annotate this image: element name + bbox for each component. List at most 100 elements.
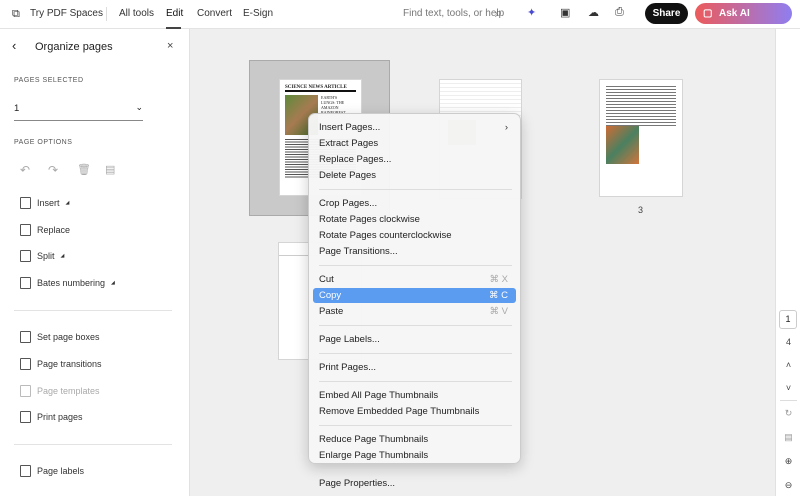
- set-page-boxes-label: Set page boxes: [37, 332, 100, 342]
- page-transitions-label: Page transitions: [37, 359, 102, 369]
- menu-item-label: Delete Pages: [319, 170, 377, 181]
- menu-item-label: Reduce Page Thumbnails: [319, 434, 429, 445]
- organize-pages-panel: ‹ Organize pages × PAGES SELECTED 1 ⌄ PA…: [0, 29, 190, 496]
- save-icon[interactable]: ▣: [560, 6, 570, 19]
- menu-item-page-transitions[interactable]: Page Transitions...: [313, 244, 516, 259]
- print-icon[interactable]: ⎙: [615, 6, 624, 19]
- menu-item-page-properties[interactable]: Page Properties...: [313, 476, 516, 491]
- rotate-icon[interactable]: ↻: [776, 408, 800, 419]
- menu-separator: [319, 325, 512, 326]
- menu-item-label: Paste: [319, 306, 344, 317]
- menu-item-paste[interactable]: Paste ⌘ V: [313, 304, 516, 319]
- menu-separator: [319, 469, 512, 470]
- top-bar: ⧉ Try PDF Spaces All tools Edit Convert …: [0, 0, 800, 40]
- ask-ai-assistant-button[interactable]: ▢Ask AI Assistant: [695, 3, 792, 40]
- split-option[interactable]: Split ◢: [20, 250, 64, 262]
- redo-icon[interactable]: ↷: [48, 163, 58, 177]
- page-display-icon[interactable]: ▤: [776, 432, 800, 443]
- divider: [106, 7, 107, 21]
- menu-separator: [319, 425, 512, 426]
- set-page-boxes-option[interactable]: Set page boxes: [20, 331, 100, 343]
- upload-cloud-icon[interactable]: ☁: [588, 6, 599, 19]
- replace-option[interactable]: Replace: [20, 224, 70, 236]
- page-3-image: [606, 126, 639, 164]
- menu-item-crop-pages[interactable]: Crop Pages...: [313, 196, 516, 211]
- context-menu: Insert Pages... › Extract Pages Replace Pag…: [308, 113, 521, 489]
- menu-item-delete-pages[interactable]: Delete Pages: [313, 168, 516, 183]
- menu-item-embed-all-page-thumbnails[interactable]: Embed All Page Thumbnails: [313, 388, 516, 403]
- menu-item-reduce-page-thumbnails[interactable]: Reduce Page Thumbnails: [313, 432, 516, 447]
- page-3-label: 3: [638, 205, 644, 215]
- extract-icon[interactable]: ▤: [105, 163, 115, 176]
- menu-item-rotate-pages-clockwise[interactable]: Rotate Pages clockwise: [313, 212, 516, 227]
- pages-selected-dropdown[interactable]: 1 ⌄: [14, 99, 143, 121]
- zoom-out-icon[interactable]: ⊖: [776, 480, 800, 491]
- current-page-input[interactable]: 1: [779, 310, 797, 329]
- try-pdf-spaces-button[interactable]: Try PDF Spaces: [30, 8, 103, 19]
- insert-label: Insert: [37, 198, 60, 208]
- menu-item-label: Cut: [319, 274, 334, 285]
- bates-numbering-option[interactable]: Bates numbering ◢: [20, 277, 115, 289]
- page-templates-option: Page templates: [20, 385, 100, 397]
- menu-item-label: Print Pages...: [319, 362, 377, 373]
- back-icon[interactable]: ‹: [12, 38, 16, 53]
- menu-item-replace-pages[interactable]: Replace Pages...: [313, 152, 516, 167]
- menu-item-label: Page Properties...: [319, 478, 396, 489]
- menu-item-insert-pages[interactable]: Insert Pages... ›: [313, 120, 516, 135]
- menu-item-cut[interactable]: Cut ⌘ X: [313, 272, 516, 287]
- split-icon: [20, 250, 31, 262]
- page-3-text: [606, 86, 676, 126]
- close-icon[interactable]: ×: [167, 40, 173, 52]
- divider: [14, 444, 172, 445]
- previous-page-icon[interactable]: ˄: [776, 360, 800, 370]
- menu-item-extract-pages[interactable]: Extract Pages: [313, 136, 516, 151]
- tab-edit[interactable]: Edit: [166, 8, 183, 19]
- menu-item-rotate-pages-counterclockwise[interactable]: Rotate Pages counterclockwise: [313, 228, 516, 243]
- share-button[interactable]: Share: [645, 3, 688, 24]
- menu-item-remove-embedded-page-thumbnails[interactable]: Remove Embedded Page Thumbnails: [313, 404, 516, 419]
- search-input[interactable]: Find text, tools, or help: [403, 8, 504, 19]
- shortcut: ⌘ X: [489, 274, 508, 285]
- page-boxes-icon: [20, 331, 31, 343]
- zoom-in-icon[interactable]: ⊕: [776, 456, 800, 467]
- page-transitions-option[interactable]: Page transitions: [20, 358, 102, 370]
- transitions-icon: [20, 358, 31, 370]
- menu-item-label: Page Transitions...: [319, 246, 398, 257]
- menu-item-label: Rotate Pages counterclockwise: [319, 230, 452, 241]
- next-page-icon[interactable]: ˅: [776, 383, 800, 393]
- menu-separator: [319, 189, 512, 190]
- tab-convert[interactable]: Convert: [197, 8, 232, 19]
- menu-item-label: Crop Pages...: [319, 198, 378, 209]
- templates-icon: [20, 385, 31, 397]
- page-labels-icon: [20, 465, 31, 477]
- undo-icon[interactable]: ↶: [20, 163, 30, 177]
- menu-item-label: Copy: [319, 290, 342, 301]
- print-pages-option[interactable]: Print pages: [20, 411, 83, 423]
- menu-item-enlarge-page-thumbnails[interactable]: Enlarge Page Thumbnails: [313, 448, 516, 463]
- page-labels-option[interactable]: Page labels: [20, 465, 84, 477]
- tab-all-tools[interactable]: All tools: [119, 8, 154, 19]
- page-templates-label: Page templates: [37, 386, 100, 396]
- delete-icon[interactable]: 🗑: [77, 163, 91, 176]
- ai-tools-icon[interactable]: ✦: [527, 6, 536, 19]
- page-3[interactable]: [599, 79, 683, 197]
- menu-item-page-labels[interactable]: Page Labels...: [313, 332, 516, 347]
- search-icon[interactable]: ⌕: [495, 5, 502, 21]
- spaces-icon[interactable]: ⧉: [12, 8, 20, 21]
- split-label: Split: [37, 251, 55, 261]
- shortcut: ⌘ V: [489, 306, 508, 317]
- insert-option[interactable]: Insert ◢: [20, 197, 69, 209]
- pages-selected-label: PAGES SELECTED: [14, 77, 84, 84]
- menu-item-copy[interactable]: Copy ⌘ C: [313, 288, 516, 303]
- bates-label: Bates numbering: [37, 278, 106, 288]
- bates-icon: [20, 277, 31, 289]
- tab-e-sign[interactable]: E-Sign: [243, 8, 273, 19]
- menu-item-print-pages[interactable]: Print Pages...: [313, 360, 516, 375]
- ai-chat-icon: ▢: [703, 8, 713, 19]
- panel-title: Organize pages: [35, 41, 113, 53]
- menu-separator: [319, 353, 512, 354]
- menu-item-label: Page Labels...: [319, 334, 380, 345]
- pages-selected-value: 1: [14, 103, 20, 114]
- divider: [14, 310, 172, 311]
- page-options-label: PAGE OPTIONS: [14, 139, 73, 146]
